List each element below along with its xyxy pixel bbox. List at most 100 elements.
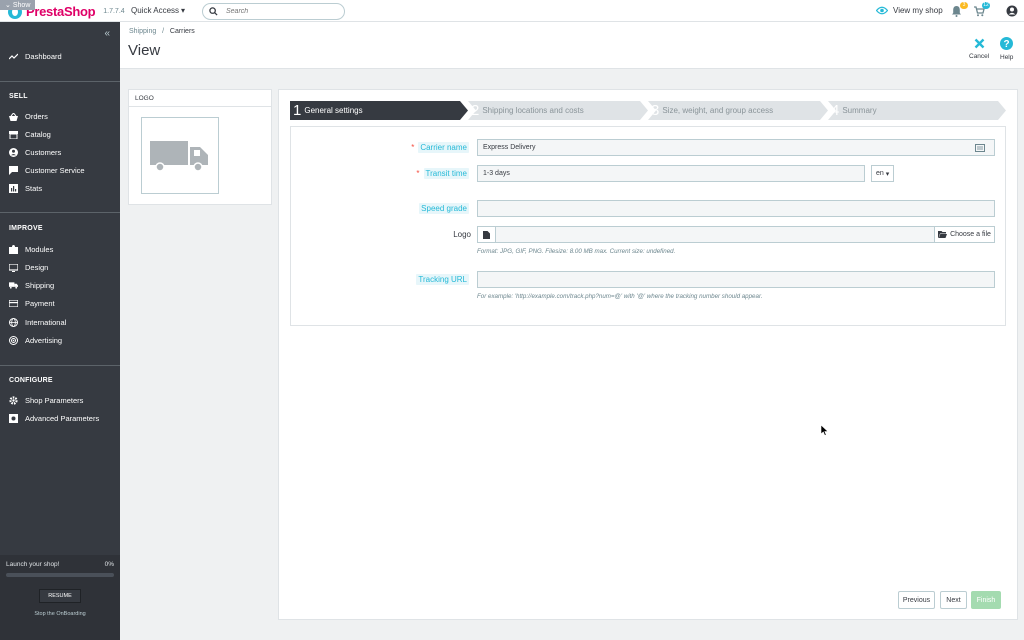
sidebar-item-orders[interactable]: Orders <box>9 112 48 121</box>
step-label: Size, weight, and group access <box>662 106 774 115</box>
sidebar-item-modules[interactable]: Modules <box>9 245 53 254</box>
logo-file-field[interactable] <box>477 226 935 243</box>
view-my-shop-link[interactable]: View my shop <box>876 6 943 15</box>
mouse-pointer-icon <box>821 425 829 436</box>
sidebar-item-customers[interactable]: Customers <box>9 148 61 157</box>
shopping-basket-icon <box>9 112 18 121</box>
desktop-icon <box>9 263 18 272</box>
sidebar-item-advanced-parameters[interactable]: Advanced Parameters <box>9 414 99 423</box>
stop-onboarding-link[interactable]: Stop the OnBoarding <box>0 611 120 617</box>
transit-time-field[interactable]: 1-3 days <box>477 165 865 182</box>
double-chevron-left-icon: « <box>104 28 110 39</box>
step-label: Summary <box>842 106 877 115</box>
language-dropdown[interactable]: en ▾ <box>871 165 895 182</box>
breadcrumb: Shipping / Carriers <box>129 28 195 35</box>
sidebar-item-dashboard[interactable]: Dashboard <box>9 52 62 61</box>
sidebar-item-label: Shop Parameters <box>25 396 84 405</box>
chat-icon <box>9 166 18 175</box>
brand-name: PrestaShop <box>26 4 96 19</box>
breadcrumb-shipping[interactable]: Shipping <box>129 28 156 35</box>
previous-button[interactable]: Previous <box>898 591 935 609</box>
carrier-name-label-text[interactable]: Carrier name <box>418 142 469 153</box>
sidebar-item-customer-service[interactable]: Customer Service <box>9 166 85 175</box>
sidebar-item-design[interactable]: Design <box>9 263 48 272</box>
sidebar-item-label: Shipping <box>25 281 55 290</box>
sidebar-item-advertising[interactable]: Advertising <box>9 336 62 345</box>
trending-up-icon <box>9 52 18 61</box>
search-input[interactable] <box>226 8 336 15</box>
divider <box>129 106 271 107</box>
sidebar-item-label: Dashboard <box>25 52 62 61</box>
speed-grade-label-text[interactable]: Speed grade <box>419 203 469 214</box>
notifications-button[interactable]: 3 <box>951 2 968 17</box>
sidebar-item-payment[interactable]: Payment <box>9 299 55 308</box>
onboarding-progress-bar <box>6 573 114 577</box>
sidebar-item-label: Modules <box>25 245 54 254</box>
account-button[interactable] <box>1006 5 1018 17</box>
transit-time-value: 1-3 days <box>483 170 510 177</box>
sidebar-item-label: Catalog <box>25 130 51 139</box>
onboarding-percent: 0% <box>104 561 114 568</box>
sidebar-item-stats[interactable]: Stats <box>9 184 42 193</box>
speed-grade-field[interactable] <box>477 200 995 217</box>
store-icon <box>9 130 18 139</box>
finish-button[interactable]: Finish <box>971 591 1001 609</box>
carrier-name-field[interactable]: Express Delivery <box>477 139 995 156</box>
carrier-logo-preview <box>141 117 219 194</box>
choose-file-button[interactable]: Choose a file <box>934 226 995 243</box>
search-box[interactable] <box>202 3 345 20</box>
wizard-step-3[interactable]: 3 Size, weight, and group access <box>648 101 828 120</box>
collapse-sidebar-button[interactable]: « <box>104 28 110 39</box>
sidebar-item-label: International <box>25 318 67 327</box>
sidebar-item-catalog[interactable]: Catalog <box>9 130 51 139</box>
bar-chart-icon <box>9 184 18 193</box>
step-number: 3 <box>651 102 660 119</box>
orders-notification-button[interactable]: 12 <box>973 2 990 17</box>
sidebar-item-shipping[interactable]: Shipping <box>9 281 54 290</box>
transit-time-label-text[interactable]: Transit time <box>423 168 469 179</box>
sidebar-item-label: Payment <box>25 299 55 308</box>
next-button[interactable]: Next <box>940 591 967 609</box>
quick-access-dropdown[interactable]: Quick Access ▾ <box>131 6 185 15</box>
logo-field-label: Logo <box>453 230 471 239</box>
cancel-button[interactable]: Cancel <box>969 38 989 60</box>
version-label: 1.7.7.4 <box>103 8 125 15</box>
wizard-step-1[interactable]: 1 General settings <box>290 101 468 120</box>
carrier-name-value: Express Delivery <box>483 144 536 151</box>
divider <box>0 81 120 82</box>
logo-card-title: LOGO <box>135 95 154 102</box>
file-icon-box <box>478 227 496 242</box>
tracking-url-field[interactable] <box>477 271 995 288</box>
resume-button[interactable]: RESUME <box>39 589 81 603</box>
file-icon <box>483 230 490 239</box>
divider <box>0 365 120 366</box>
account-circle-icon <box>9 148 18 157</box>
truck-icon <box>150 140 208 172</box>
help-label: Help <box>1000 54 1014 61</box>
tracking-url-label-text[interactable]: Tracking URL <box>416 274 469 285</box>
credit-card-icon <box>9 299 18 308</box>
breadcrumb-carriers[interactable]: Carriers <box>170 28 195 35</box>
close-icon <box>974 38 984 49</box>
chevron-down-icon: ⌄ <box>5 2 11 9</box>
sidebar-item-shop-parameters[interactable]: Shop Parameters <box>9 396 83 405</box>
sidebar-item-international[interactable]: International <box>9 318 66 327</box>
section-heading-improve: IMPROVE <box>9 225 43 232</box>
sidebar-item-label: Design <box>25 263 49 272</box>
page-title: View <box>128 42 161 59</box>
carrier-name-label: * Carrier name <box>291 142 469 153</box>
carrier-wizard-panel: 1 General settings 2 Shipping locations … <box>278 89 1018 620</box>
top-bar: ⌄ Show PrestaShop 1.7.7.4 Quick Access ▾… <box>0 0 1024 22</box>
sidebar-item-label: Advertising <box>25 336 63 345</box>
show-sidebar-toggle[interactable]: ⌄ Show <box>0 0 36 10</box>
breadcrumb-separator: / <box>158 28 168 35</box>
cancel-label: Cancel <box>969 53 990 60</box>
transit-time-label: * Transit time <box>291 168 469 179</box>
sidebar: « Dashboard SELL Orders Catalog Customer… <box>0 22 120 640</box>
help-button[interactable]: ? Help <box>1000 37 1013 61</box>
view-shop-label: View my shop <box>893 6 943 15</box>
wizard-step-4[interactable]: 4 Summary <box>828 101 1006 120</box>
wizard-step-2[interactable]: 2 Shipping locations and costs <box>468 101 648 120</box>
wizard-steps: 1 General settings 2 Shipping locations … <box>290 101 1006 120</box>
page-header: Shipping / Carriers View Cancel ? Help <box>120 22 1024 69</box>
